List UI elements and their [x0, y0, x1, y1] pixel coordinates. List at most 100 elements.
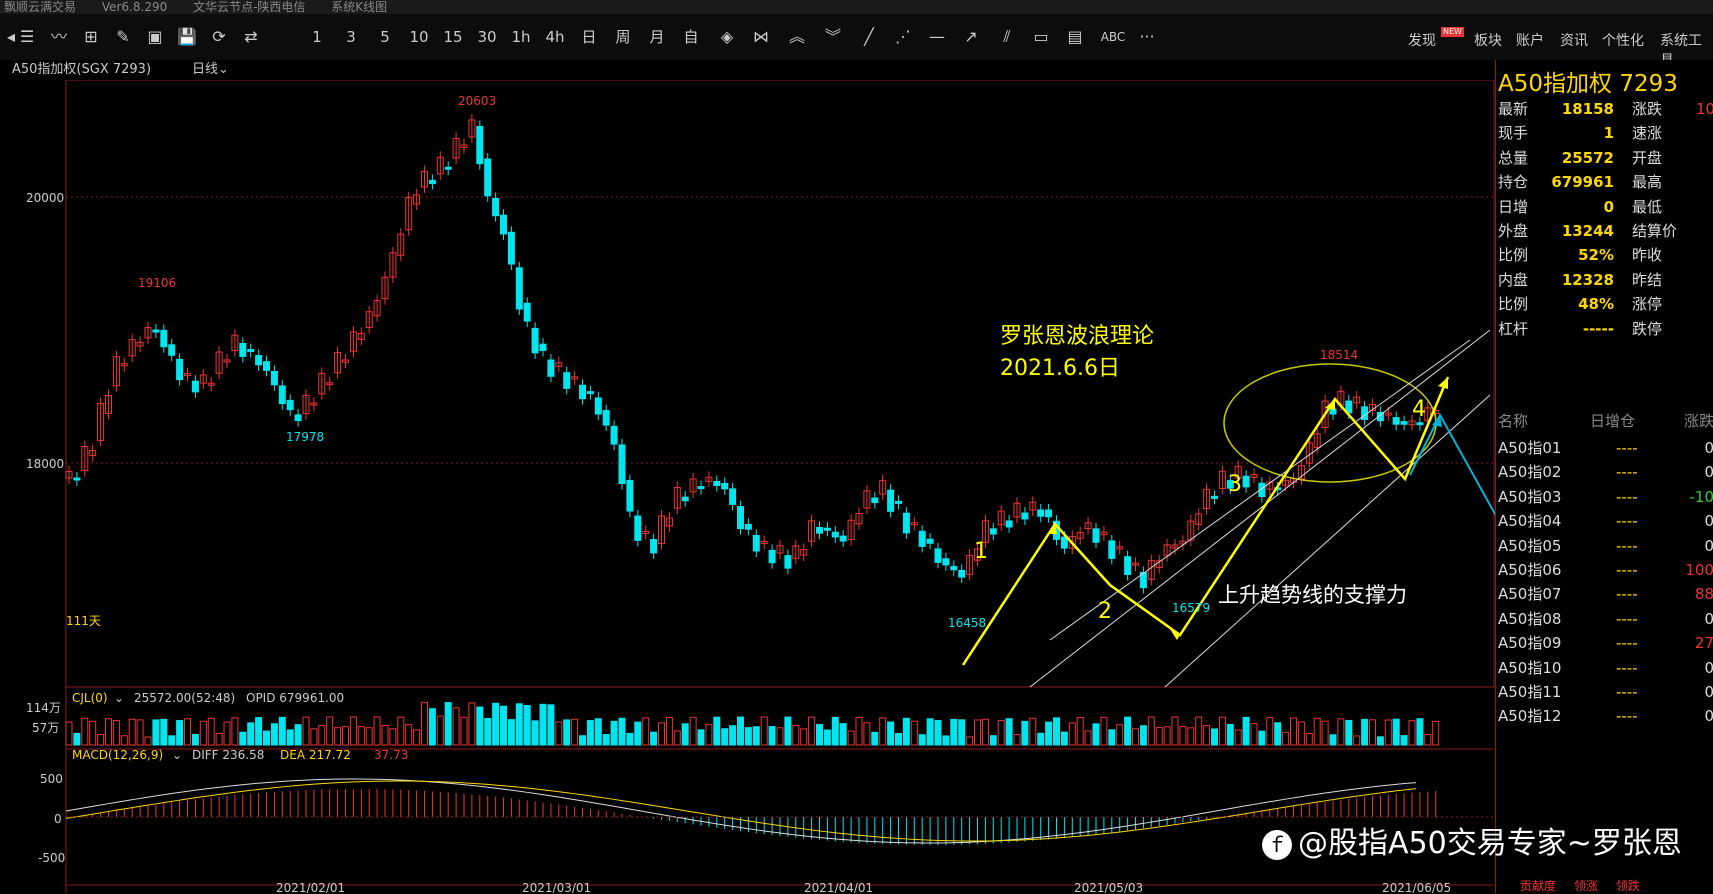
period-button-9[interactable]: 周 — [608, 26, 638, 48]
period-button-3[interactable]: 10 — [404, 26, 434, 48]
contract-row[interactable]: A50指05----0 — [1498, 534, 1713, 558]
period-button-7[interactable]: 4h — [540, 26, 570, 48]
period-button-6[interactable]: 1h — [506, 26, 536, 48]
kline-chart[interactable]: 20000 18000 1 2 3 4 罗张恩波浪理论 2021.6.6日 上升… — [0, 80, 1495, 893]
volume-bar — [856, 718, 862, 745]
candle — [256, 356, 262, 365]
ray-icon[interactable]: ↗ — [960, 26, 982, 48]
more-icon[interactable]: ··· — [1136, 26, 1158, 48]
diamond-icon[interactable]: ◈ — [716, 26, 738, 48]
draw-icon[interactable]: ✎ — [112, 26, 134, 48]
double-up-icon[interactable]: ︽ — [786, 26, 808, 48]
date-label-2: 2021/03/01 — [522, 881, 591, 893]
tab-top-gainers[interactable]: 领涨 — [1574, 879, 1598, 893]
quote-value: 1 — [1604, 121, 1614, 145]
volume-bar — [1362, 719, 1368, 745]
macd-indicator-name[interactable]: MACD(12,26,9) — [72, 748, 163, 762]
hline-icon[interactable]: — — [926, 26, 948, 48]
line-chart-icon[interactable]: 〰 — [48, 26, 70, 48]
abc-tool[interactable]: ABC — [1098, 26, 1128, 48]
tab-contribution[interactable]: 贡献度 — [1520, 879, 1556, 893]
date-label-3: 2021/04/01 — [804, 881, 873, 893]
volume-bar — [343, 727, 349, 745]
period-button-8[interactable]: 日 — [574, 26, 604, 48]
contract-row[interactable]: A50指12----0 — [1498, 704, 1713, 728]
candle — [769, 550, 775, 562]
contract-row[interactable]: A50指03-----10 — [1498, 485, 1713, 509]
layout-icon[interactable]: ▣ — [144, 26, 166, 48]
contract-row[interactable]: A50指11----0 — [1498, 680, 1713, 704]
contract-change: 0 — [1704, 436, 1713, 460]
period-button-1[interactable]: 3 — [336, 26, 366, 48]
compare-icon[interactable]: ⇄ — [240, 26, 262, 48]
list-col-oi[interactable]: 日增仓 — [1590, 410, 1635, 431]
period-button-10[interactable]: 月 — [642, 26, 672, 48]
split-icon[interactable]: ⊞ — [80, 26, 102, 48]
candle — [1393, 418, 1399, 425]
period-button-4[interactable]: 15 — [438, 26, 468, 48]
volume-bar — [1338, 719, 1344, 745]
contract-row[interactable]: A50指09----27 — [1498, 631, 1713, 655]
vol-indicator-name[interactable]: CJL(0) — [72, 691, 108, 705]
date-label-4: 2021/05/03 — [1074, 881, 1143, 893]
volume-bar — [761, 717, 767, 745]
period-button-2[interactable]: 5 — [370, 26, 400, 48]
channel-icon[interactable]: ▤ — [1064, 26, 1086, 48]
period-select[interactable]: 日线⌄ — [192, 60, 229, 80]
menu-account[interactable]: 账户 — [1516, 30, 1544, 50]
menu-news[interactable]: 资讯 — [1560, 30, 1588, 50]
period-button-0[interactable]: 1 — [302, 26, 332, 48]
vol-tick-57: 57万 — [32, 721, 59, 735]
contract-row[interactable]: A50指08----0 — [1498, 607, 1713, 631]
volume-bar — [271, 724, 277, 745]
line-tool-icon[interactable]: ╱ — [858, 26, 880, 48]
contract-row[interactable]: A50指04----0 — [1498, 509, 1713, 533]
bottom-tabs: 贡献度 领涨 领跌 — [1520, 877, 1640, 894]
contract-row[interactable]: A50指01----0 — [1498, 436, 1713, 460]
contract-row[interactable]: A50指06----100 — [1498, 558, 1713, 582]
candle — [872, 498, 878, 503]
tab-top-losers[interactable]: 领跌 — [1616, 879, 1640, 893]
contract-row[interactable]: A50指02----0 — [1498, 460, 1713, 484]
macd-diff: DIFF 236.58 — [192, 748, 264, 762]
candle — [651, 540, 657, 553]
vol-value: 25572.00(52:48) — [134, 691, 235, 705]
rect-icon[interactable]: ▭ — [1030, 26, 1052, 48]
volume-bar — [1385, 720, 1391, 745]
volume-bar — [1180, 727, 1186, 745]
volume-bar — [153, 720, 159, 745]
menu-discover[interactable]: 发现 — [1408, 30, 1436, 50]
quote-row: 杠杆-----跌停 — [1498, 317, 1713, 341]
refresh-icon[interactable]: ⟳ — [208, 26, 230, 48]
candle — [177, 359, 183, 379]
list-icon[interactable]: ☰ — [16, 26, 38, 48]
menu-sector[interactable]: 板块 — [1474, 30, 1502, 50]
parallel-icon[interactable]: ⫽ — [996, 26, 1018, 48]
volume-bar — [429, 709, 435, 745]
candle — [485, 159, 491, 196]
quote-label: 总量 — [1498, 146, 1528, 170]
save-icon[interactable]: 💾 — [176, 26, 198, 48]
bowtie-icon[interactable]: ⋈ — [750, 26, 772, 48]
candle — [1093, 529, 1099, 542]
volume-bar — [1077, 718, 1083, 745]
period-button-11[interactable]: 自 — [676, 26, 706, 48]
contract-oi: ---- — [1616, 460, 1638, 484]
period-button-5[interactable]: 30 — [472, 26, 502, 48]
dashed-line-icon[interactable]: ⋰ — [892, 26, 914, 48]
quote-code: 7293 — [1619, 71, 1678, 97]
list-col-chg[interactable]: 涨跌 — [1684, 410, 1713, 431]
candle — [943, 559, 949, 565]
candle — [840, 536, 846, 541]
candle — [635, 516, 641, 540]
volume-bar — [327, 717, 333, 745]
contract-row[interactable]: A50指07----88 — [1498, 582, 1713, 606]
menu-personalize[interactable]: 个性化 — [1602, 30, 1644, 50]
volume-bar — [840, 724, 846, 745]
volume-bar — [603, 735, 609, 745]
volume-bar — [390, 729, 396, 745]
list-col-name[interactable]: 名称 — [1498, 410, 1528, 431]
contract-change: 0 — [1704, 460, 1713, 484]
contract-row[interactable]: A50指10----0 — [1498, 656, 1713, 680]
double-down-icon[interactable]: ︾ — [822, 26, 844, 48]
